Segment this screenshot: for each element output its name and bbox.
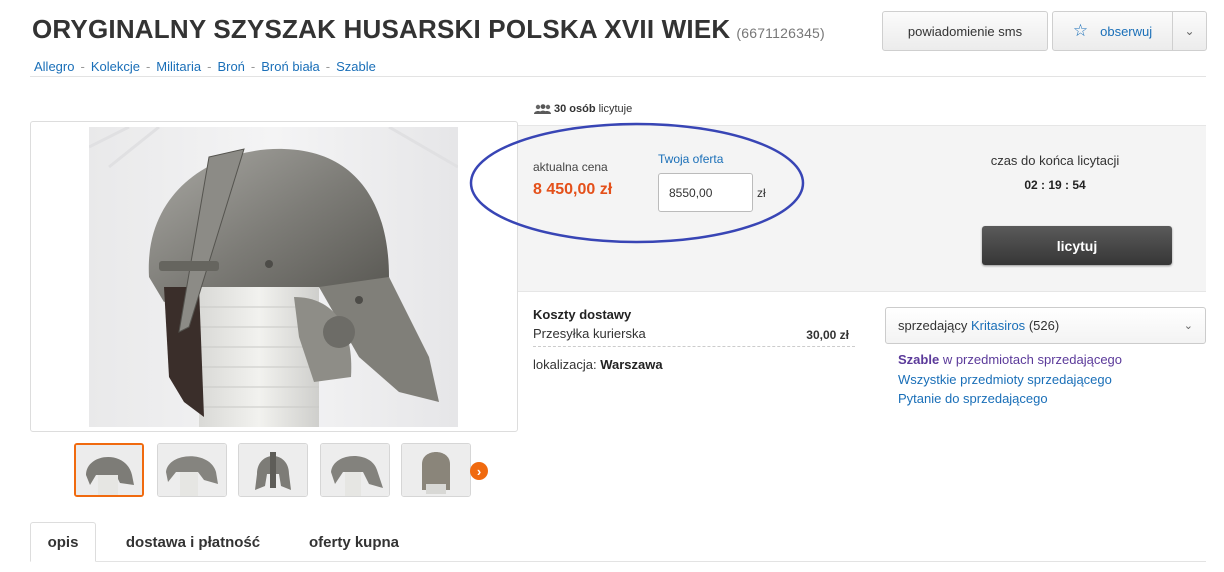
time-left-value: 02 : 19 : 54 bbox=[1024, 178, 1086, 192]
bid-button[interactable]: licytuj bbox=[982, 226, 1172, 265]
shipping-price: 30,00 zł bbox=[806, 328, 849, 342]
tab-oferty-kupna[interactable]: oferty kupna bbox=[296, 522, 412, 562]
header-divider bbox=[30, 76, 1206, 77]
annotation-ellipse bbox=[469, 122, 805, 244]
thumbnail-3[interactable] bbox=[238, 443, 308, 497]
shipping-method: Przesyłka kurierska bbox=[533, 326, 646, 341]
main-product-image[interactable] bbox=[89, 127, 458, 427]
time-left-label: czas do końca licytacji bbox=[990, 153, 1120, 168]
chevron-right-icon: › bbox=[476, 463, 482, 479]
offer-id: (6671126345) bbox=[736, 25, 825, 41]
tab-opis[interactable]: opis bbox=[30, 522, 96, 562]
breadcrumb-militaria[interactable]: Militaria bbox=[156, 59, 201, 74]
page-title: ORYGINALNY SZYSZAK HUSARSKI POLSKA XVII … bbox=[32, 14, 825, 45]
breadcrumb-szable[interactable]: Szable bbox=[336, 59, 376, 74]
thumbnail-1[interactable] bbox=[74, 443, 144, 497]
thumbnail-5[interactable] bbox=[401, 443, 471, 497]
ask-seller-link[interactable]: Pytanie do sprzedającego bbox=[898, 391, 1048, 406]
shipping-row: Przesyłka kurierska 30,00 zł bbox=[533, 326, 855, 347]
star-icon: ☆ bbox=[1072, 21, 1089, 40]
watch-dropdown-button[interactable]: ⌄ bbox=[1172, 11, 1207, 51]
seller-rating: (526) bbox=[1028, 318, 1060, 333]
watch-button[interactable]: ☆ obserwuj bbox=[1052, 11, 1173, 51]
location-value: Warszawa bbox=[600, 357, 663, 372]
seller-name-link[interactable]: Kritasiros bbox=[971, 318, 1025, 333]
chevron-down-icon: ⌄ bbox=[1183, 320, 1193, 332]
shipping-heading: Koszty dostawy bbox=[533, 307, 632, 322]
breadcrumb-allegro[interactable]: Allegro bbox=[34, 59, 74, 74]
breadcrumb-bron[interactable]: Broń bbox=[217, 59, 244, 74]
thumbnail-2[interactable] bbox=[157, 443, 227, 497]
thumbnail-4[interactable] bbox=[320, 443, 390, 497]
sms-notification-button[interactable]: powiadomienie sms bbox=[882, 11, 1048, 51]
breadcrumb: Allegro - Kolekcje - Militaria - Broń - Broń bia… bbox=[34, 59, 376, 74]
bidders-count: 30 osób licytuje bbox=[534, 103, 632, 115]
chevron-down-icon: ⌄ bbox=[1184, 24, 1195, 38]
tab-dostawa[interactable]: dostawa i płatność bbox=[110, 522, 276, 562]
breadcrumb-kolekcje[interactable]: Kolekcje bbox=[91, 59, 140, 74]
breadcrumb-bron-biala[interactable]: Broń biała bbox=[261, 59, 320, 74]
seller-dropdown[interactable]: sprzedający Kritasiros (526) ⌄ bbox=[885, 307, 1206, 344]
users-icon bbox=[534, 104, 551, 114]
seller-all-items-link[interactable]: Wszystkie przedmioty sprzedającego bbox=[898, 372, 1112, 387]
next-thumbnail-button[interactable]: › bbox=[470, 462, 488, 480]
location: lokalizacja: Warszawa bbox=[533, 357, 663, 372]
seller-category-link[interactable]: Szable w przedmiotach sprzedającego bbox=[898, 352, 1122, 367]
offer-title: ORYGINALNY SZYSZAK HUSARSKI POLSKA XVII … bbox=[32, 14, 731, 44]
